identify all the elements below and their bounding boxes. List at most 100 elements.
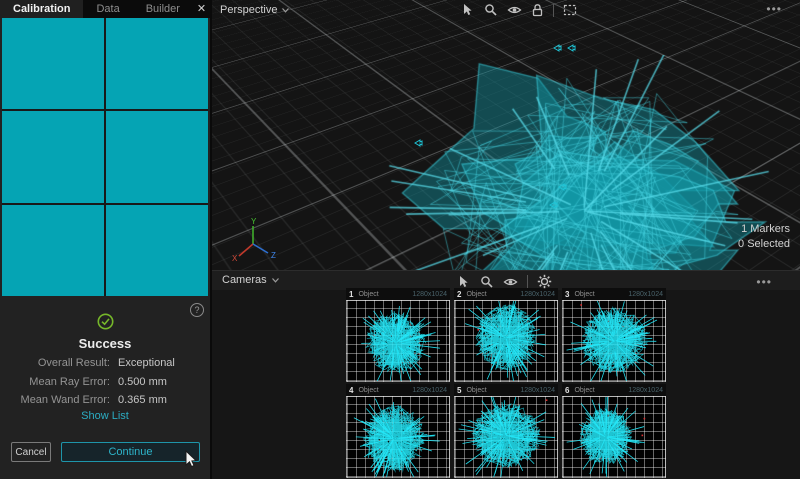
camera-view-header: 1 Object 1280x1024	[346, 288, 450, 300]
wand-trace-canvas	[455, 397, 557, 477]
success-check-icon	[97, 313, 114, 330]
result-value: Exceptional	[118, 357, 175, 369]
camera-gizmo-icon[interactable]	[553, 44, 562, 52]
camera-gizmo-icon[interactable]	[567, 44, 576, 52]
gear-icon[interactable]	[537, 274, 552, 289]
calibration-status-title: Success	[0, 336, 210, 351]
visibility-eye-icon[interactable]	[503, 275, 518, 289]
camera-resolution: 1280x1024	[520, 387, 555, 394]
cameras-header-bar: Cameras	[212, 270, 800, 290]
camera-image-area	[562, 300, 666, 382]
camera-number: 6	[565, 386, 569, 395]
coverage-cell	[2, 18, 104, 109]
camera-view-header: 4 Object 1280x1024	[346, 384, 450, 396]
viewport-menu-icon[interactable]: •••	[766, 2, 782, 16]
axis-x-label: X	[232, 254, 238, 262]
coverage-cell	[106, 111, 208, 202]
camera-mode-label: Object	[358, 387, 378, 394]
camera-view-5[interactable]: 5 Object 1280x1024	[454, 384, 558, 478]
camera-view-1[interactable]: 1 Object 1280x1024	[346, 288, 450, 382]
camera-view-2[interactable]: 2 Object 1280x1024	[454, 288, 558, 382]
camera-gizmo-icon[interactable]	[558, 183, 567, 191]
tab-calibration[interactable]: Calibration	[0, 0, 83, 18]
markers-count: 1 Markers	[738, 222, 790, 237]
camera-image-area	[346, 396, 450, 478]
cameras-panel: Cameras	[212, 270, 800, 479]
camera-mode-label: Object	[574, 387, 594, 394]
camera-view-header: 2 Object 1280x1024	[454, 288, 558, 300]
camera-image-area	[454, 300, 558, 382]
result-label: Overall Result:	[0, 357, 110, 369]
viewport-selector[interactable]: Perspective	[220, 4, 289, 16]
camera-gizmo-icon[interactable]	[549, 201, 558, 209]
cameras-label: Cameras	[222, 274, 267, 286]
chevron-down-icon	[272, 278, 279, 283]
camera-mode-label: Object	[574, 291, 594, 298]
cursor-tool-icon[interactable]	[462, 3, 475, 17]
camera-image-area	[346, 300, 450, 382]
result-row: Mean Wand Error: 0.365 mm	[0, 394, 210, 406]
coverage-cell	[2, 111, 104, 202]
viewport-label: Perspective	[220, 4, 277, 16]
selection-status: 1 Markers 0 Selected	[738, 222, 790, 252]
camera-mode-label: Object	[466, 387, 486, 394]
camera-image-area	[454, 396, 558, 478]
wand-trace-canvas	[563, 397, 665, 477]
cursor-tool-icon[interactable]	[458, 275, 471, 289]
continue-button[interactable]: Continue	[61, 442, 200, 462]
camera-resolution: 1280x1024	[628, 291, 663, 298]
wand-trace-canvas	[347, 301, 449, 381]
camera-number: 5	[457, 386, 461, 395]
perspective-viewport[interactable]: Perspective	[212, 0, 800, 270]
camera-view-6[interactable]: 6 Object 1280x1024	[562, 384, 666, 478]
camera-view-3[interactable]: 3 Object 1280x1024	[562, 288, 666, 382]
result-value: 0.500 mm	[118, 376, 167, 388]
zoom-tool-icon[interactable]	[480, 275, 494, 289]
result-row: Overall Result: Exceptional	[0, 357, 210, 369]
cameras-menu-icon[interactable]: •••	[756, 275, 772, 289]
result-label: Mean Wand Error:	[0, 394, 110, 406]
cancel-button[interactable]: Cancel	[11, 442, 51, 462]
lock-tool-icon[interactable]	[531, 3, 544, 17]
camera-resolution: 1280x1024	[412, 387, 447, 394]
help-icon[interactable]: ?	[190, 303, 204, 317]
marquee-select-icon[interactable]	[563, 3, 577, 17]
zoom-tool-icon[interactable]	[484, 3, 498, 17]
selected-count: 0 Selected	[738, 237, 790, 252]
camera-resolution: 1280x1024	[628, 387, 663, 394]
camera-view-header: 5 Object 1280x1024	[454, 384, 558, 396]
panel-tabbar: Calibration Data Builder ✕	[0, 0, 210, 18]
camera-view-header: 6 Object 1280x1024	[562, 384, 666, 396]
camera-mode-label: Object	[466, 291, 486, 298]
show-list-link[interactable]: Show List	[0, 410, 210, 422]
coverage-cell	[106, 205, 208, 296]
axis-z-label: Z	[271, 251, 276, 260]
result-value: 0.365 mm	[118, 394, 167, 406]
camera-number: 3	[565, 290, 569, 299]
camera-number: 1	[349, 290, 353, 299]
toolbar-divider	[553, 4, 554, 17]
mouse-cursor	[184, 450, 198, 470]
camera-gizmo-icon[interactable]	[414, 139, 423, 147]
coverage-cell	[106, 18, 208, 109]
cameras-toolbar	[458, 274, 552, 289]
toolbar-divider	[527, 275, 528, 288]
tab-data[interactable]: Data	[83, 0, 132, 18]
result-label: Mean Ray Error:	[0, 376, 110, 388]
axis-gizmo: Y X Z	[228, 218, 278, 262]
close-icon[interactable]: ✕	[193, 0, 210, 18]
wand-trace-canvas	[347, 397, 449, 477]
camera-image-area	[562, 396, 666, 478]
tab-builder[interactable]: Builder	[133, 0, 193, 18]
result-row: Mean Ray Error: 0.500 mm	[0, 376, 210, 388]
camera-resolution: 1280x1024	[412, 291, 447, 298]
point-cloud-canvas	[384, 55, 784, 270]
visibility-eye-icon[interactable]	[507, 3, 522, 17]
camera-number: 4	[349, 386, 353, 395]
calibration-coverage-grid	[2, 18, 208, 296]
chevron-down-icon	[282, 8, 289, 13]
camera-view-4[interactable]: 4 Object 1280x1024	[346, 384, 450, 478]
camera-resolution: 1280x1024	[520, 291, 555, 298]
cameras-view-selector[interactable]: Cameras	[222, 274, 279, 286]
wand-trace-canvas	[455, 301, 557, 381]
